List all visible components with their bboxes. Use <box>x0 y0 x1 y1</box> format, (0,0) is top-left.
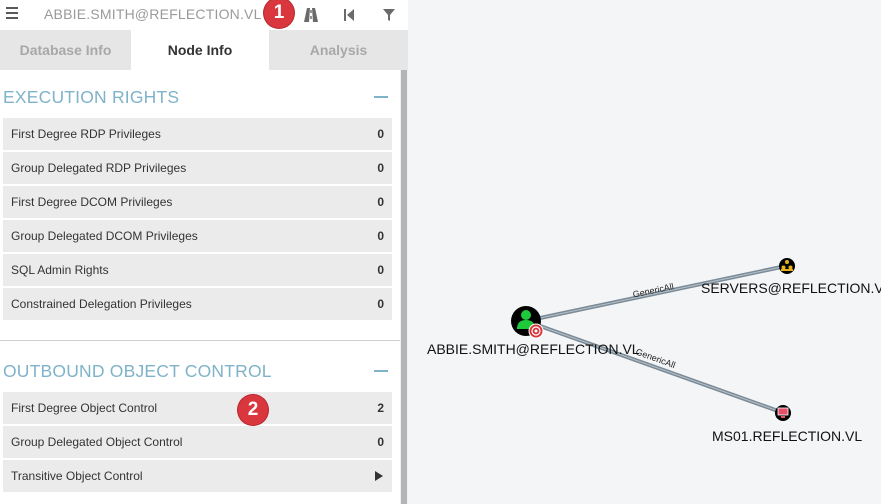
section-divider <box>0 340 400 341</box>
row-constrained-delegation[interactable]: Constrained Delegation Privileges 0 <box>3 288 392 321</box>
computer-node-label: MS01.REFLECTION.VL <box>712 428 862 444</box>
row-label: First Degree Object Control <box>11 401 158 415</box>
side-panel: ABBIE.SMITH@REFLECTION.VL 1 Database Inf… <box>0 0 408 504</box>
user-node[interactable] <box>511 306 544 339</box>
row-value: 0 <box>377 297 384 311</box>
user-icon <box>521 310 531 320</box>
graph-canvas[interactable]: GenericAll GenericAll ABBIE.SMITH@REFLEC… <box>408 0 881 504</box>
annotation-badge-1: 1 <box>264 0 294 28</box>
tab-node-info[interactable]: Node Info <box>131 30 269 70</box>
section-title: EXECUTION RIGHTS <box>3 87 180 107</box>
row-label: Transitive Object Control <box>11 469 143 483</box>
row-value: 0 <box>377 435 384 449</box>
row-group-delegated-object-control[interactable]: Group Delegated Object Control 0 <box>3 426 392 459</box>
collapse-icon[interactable] <box>374 96 388 98</box>
back-icon[interactable] <box>340 6 358 24</box>
expand-arrow-icon[interactable] <box>375 471 383 481</box>
row-value: 0 <box>377 195 384 209</box>
user-node-label: ABBIE.SMITH@REFLECTION.VL <box>427 341 640 357</box>
row-transitive-object-control[interactable]: Transitive Object Control <box>3 460 392 493</box>
execution-rights-header[interactable]: EXECUTION RIGHTS <box>0 82 392 112</box>
tab-bar: Database Info Node Info Analysis <box>0 30 408 70</box>
tab-analysis[interactable]: Analysis <box>269 30 408 70</box>
row-group-delegated-dcom[interactable]: Group Delegated DCOM Privileges 0 <box>3 220 392 253</box>
scrollbar-thumb[interactable] <box>401 70 407 504</box>
row-label: Constrained Delegation Privileges <box>11 297 192 311</box>
annotation-badge-2: 2 <box>238 395 268 425</box>
menu-icon[interactable] <box>6 7 18 21</box>
row-label: SQL Admin Rights <box>11 263 109 277</box>
search-input[interactable]: ABBIE.SMITH@REFLECTION.VL <box>44 6 262 22</box>
search-bar: ABBIE.SMITH@REFLECTION.VL 1 <box>0 0 408 30</box>
row-label: First Degree DCOM Privileges <box>11 195 173 209</box>
row-label: First Degree RDP Privileges <box>11 127 161 141</box>
row-value: 0 <box>377 263 384 277</box>
node-info-content: EXECUTION RIGHTS First Degree RDP Privil… <box>0 70 400 504</box>
section-title: OUTBOUND OBJECT CONTROL <box>3 361 272 381</box>
row-label: Group Delegated Object Control <box>11 435 183 449</box>
row-value: 2 <box>377 401 384 415</box>
tab-database-info[interactable]: Database Info <box>0 30 131 70</box>
row-group-delegated-rdp[interactable]: Group Delegated RDP Privileges 0 <box>3 152 392 185</box>
row-value: 0 <box>377 127 384 141</box>
edge-label: GenericAll <box>632 281 675 299</box>
group-node-label: SERVERS@REFLECTION.VL <box>701 280 881 296</box>
edge-highlight <box>525 320 782 413</box>
panel-scrollbar[interactable] <box>400 70 408 504</box>
row-value: 0 <box>377 229 384 243</box>
row-label: Group Delegated RDP Privileges <box>11 161 187 175</box>
row-label: Group Delegated DCOM Privileges <box>11 229 198 243</box>
outbound-object-control-header[interactable]: OUTBOUND OBJECT CONTROL <box>0 356 392 386</box>
group-node[interactable] <box>779 258 795 274</box>
row-first-degree-dcom[interactable]: First Degree DCOM Privileges 0 <box>3 186 392 219</box>
collapse-icon[interactable] <box>374 370 388 372</box>
row-first-degree-object-control[interactable]: First Degree Object Control 2 <box>3 392 392 425</box>
row-value: 0 <box>377 161 384 175</box>
row-first-degree-rdp[interactable]: First Degree RDP Privileges 0 <box>3 118 392 151</box>
pathfinding-icon[interactable] <box>302 6 320 24</box>
row-sql-admin[interactable]: SQL Admin Rights 0 <box>3 254 392 287</box>
filter-icon[interactable] <box>380 6 398 24</box>
computer-node[interactable] <box>775 405 791 421</box>
